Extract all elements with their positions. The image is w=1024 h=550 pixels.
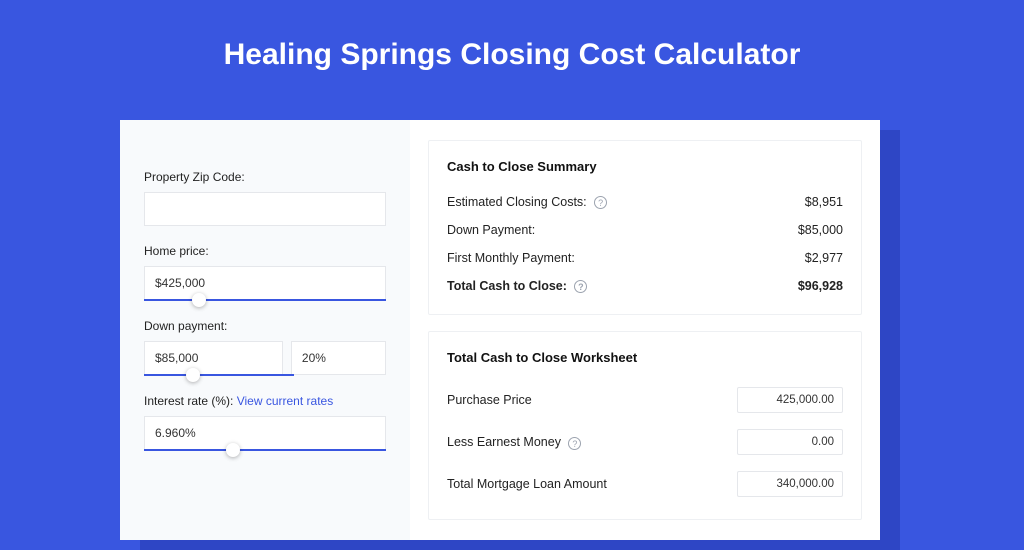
interest-group: Interest rate (%): View current rates	[144, 394, 386, 451]
down-payment-input[interactable]	[144, 341, 283, 375]
results-column: Cash to Close Summary Estimated Closing …	[410, 120, 880, 540]
summary-total-row: Total Cash to Close: ? $96,928	[447, 272, 843, 300]
summary-row-label: Estimated Closing Costs: ?	[447, 195, 607, 209]
label-text: Estimated Closing Costs:	[447, 195, 587, 209]
summary-row-value: $85,000	[798, 223, 843, 237]
zip-label: Property Zip Code:	[144, 170, 386, 184]
summary-row-value: $8,951	[805, 195, 843, 209]
summary-panel: Cash to Close Summary Estimated Closing …	[428, 140, 862, 315]
interest-slider-thumb[interactable]	[226, 443, 240, 457]
worksheet-row-label: Total Mortgage Loan Amount	[447, 477, 607, 491]
summary-title: Cash to Close Summary	[447, 159, 843, 174]
summary-row-label: First Monthly Payment:	[447, 251, 575, 265]
label-text: Total Cash to Close:	[447, 279, 567, 293]
home-price-slider[interactable]	[144, 299, 386, 301]
zip-input[interactable]	[144, 192, 386, 226]
info-icon[interactable]: ?	[574, 280, 587, 293]
calculator-card: Property Zip Code: Home price: Down paym…	[120, 120, 880, 540]
info-icon[interactable]: ?	[568, 437, 581, 450]
home-price-slider-thumb[interactable]	[192, 293, 206, 307]
worksheet-title: Total Cash to Close Worksheet	[447, 350, 843, 365]
interest-label: Interest rate (%): View current rates	[144, 394, 386, 408]
worksheet-row-label: Less Earnest Money ?	[447, 435, 581, 449]
view-rates-link[interactable]: View current rates	[237, 394, 334, 408]
page-title: Healing Springs Closing Cost Calculator	[0, 0, 1024, 104]
worksheet-row-label: Purchase Price	[447, 393, 532, 407]
summary-total-value: $96,928	[798, 279, 843, 293]
worksheet-row: Total Mortgage Loan Amount 340,000.00	[447, 463, 843, 505]
interest-input[interactable]	[144, 416, 386, 450]
interest-label-text: Interest rate (%):	[144, 394, 233, 408]
summary-row: First Monthly Payment: $2,977	[447, 244, 843, 272]
info-icon[interactable]: ?	[594, 196, 607, 209]
summary-total-label: Total Cash to Close: ?	[447, 279, 587, 293]
interest-slider[interactable]	[144, 449, 386, 451]
worksheet-row: Purchase Price 425,000.00	[447, 379, 843, 421]
down-payment-group: Down payment:	[144, 319, 386, 376]
summary-row: Down Payment: $85,000	[447, 216, 843, 244]
inputs-column: Property Zip Code: Home price: Down paym…	[120, 120, 410, 540]
down-payment-slider[interactable]	[144, 374, 294, 376]
summary-row: Estimated Closing Costs: ? $8,951	[447, 188, 843, 216]
worksheet-value-box[interactable]: 340,000.00	[737, 471, 843, 497]
worksheet-value-box[interactable]: 0.00	[737, 429, 843, 455]
summary-row-value: $2,977	[805, 251, 843, 265]
worksheet-panel: Total Cash to Close Worksheet Purchase P…	[428, 331, 862, 520]
worksheet-value-box[interactable]: 425,000.00	[737, 387, 843, 413]
down-payment-label: Down payment:	[144, 319, 386, 333]
summary-row-label: Down Payment:	[447, 223, 535, 237]
label-text: Less Earnest Money	[447, 435, 561, 449]
worksheet-row: Less Earnest Money ? 0.00	[447, 421, 843, 463]
down-payment-pct-input[interactable]	[291, 341, 386, 375]
home-price-label: Home price:	[144, 244, 386, 258]
down-payment-slider-thumb[interactable]	[186, 368, 200, 382]
down-payment-row	[144, 341, 386, 375]
zip-group: Property Zip Code:	[144, 170, 386, 226]
home-price-input[interactable]	[144, 266, 386, 300]
home-price-group: Home price:	[144, 244, 386, 301]
